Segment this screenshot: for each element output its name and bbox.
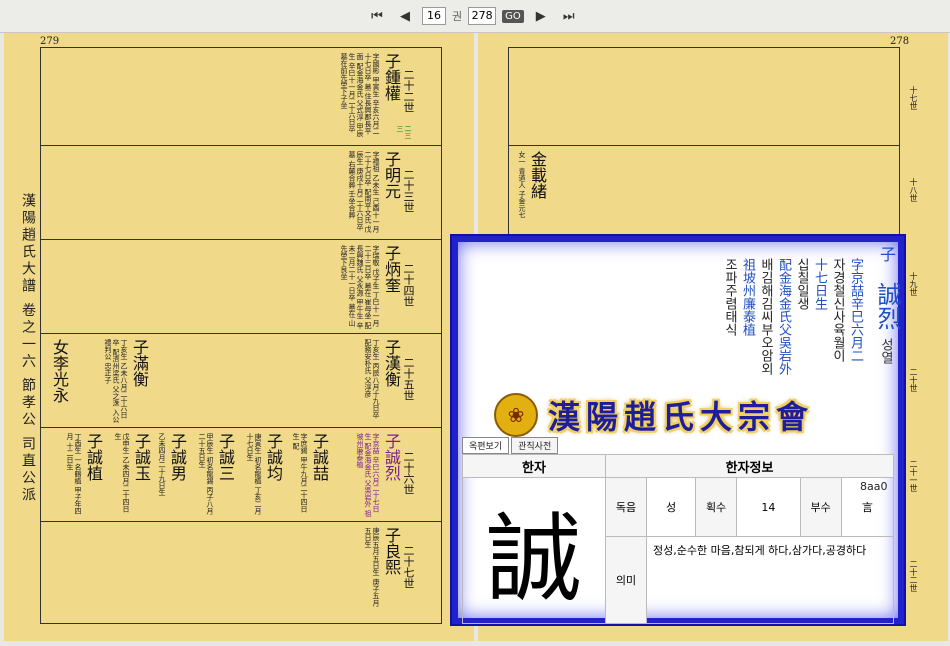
person-name[interactable]: 子誠植	[84, 433, 103, 515]
generation-marker: 十九世	[909, 272, 918, 296]
clan-seal-icon: ❀	[494, 393, 538, 437]
person-name[interactable]: 子誠玉	[132, 433, 151, 515]
person-name[interactable]: 子誠三	[216, 433, 235, 515]
popup-col2-hangul: 십칠일생	[794, 258, 809, 310]
generation-marker: 十七世	[909, 86, 918, 110]
tab-dictionary[interactable]: 옥편보기	[462, 437, 510, 454]
person-name[interactable]: 子誠喆	[310, 433, 329, 515]
person-name[interactable]: 子炳奎	[382, 245, 401, 327]
person-note: 字京喆 辛巳六月二十七日生 配金海金氏 父吳岩外 祖坡州廉泰植	[356, 433, 380, 517]
popup-col1-hangul: 자경철신사육월이	[830, 258, 845, 362]
row-divider	[40, 239, 441, 240]
person-name[interactable]: 子滿衡	[130, 339, 149, 421]
next-page-icon[interactable]: ▶	[530, 6, 552, 26]
left-page: 279 漢陽趙氏大譜 卷之一六 節孝公 司直公派 二十二世 子鍾權 二三三 字國…	[4, 33, 474, 641]
row-divider	[40, 333, 441, 334]
generation-label: 二十三世	[402, 169, 415, 213]
person-note: 乙未四月二十九日生	[158, 433, 166, 496]
popup-col4-hangul: 조파주렴태식	[722, 258, 737, 336]
clan-banner: ❀ 漢陽趙氏大宗會	[494, 392, 874, 438]
first-page-icon[interactable]: ⏮	[366, 6, 388, 26]
person-relation: 子	[877, 246, 896, 262]
generation-label: 二十七世	[402, 545, 415, 589]
row-divider	[40, 145, 441, 146]
popup-content: 子 誠烈 성열 字京喆辛巳六月二 자경철신사육월이 十七日生 십칠일생 配金海金…	[458, 242, 901, 624]
hanja-info-table: 한자 한자정보 誠 독음 성 획수 14 부수 言 의미 정성,순수한 마음,참…	[462, 454, 895, 624]
radical-label: 부수	[799, 477, 842, 537]
person-note: 丁酉生 一名鶴植 甲子年四月 十二日生	[66, 433, 82, 515]
current-page-input[interactable]: 16	[422, 7, 446, 25]
row-divider	[40, 521, 441, 522]
popup-col4: 祖坡州廉泰植	[740, 258, 755, 336]
person-name[interactable]: 子誠男	[168, 433, 187, 515]
page-number: 278	[890, 36, 910, 47]
popup-col2: 十七日生	[812, 258, 827, 310]
viewer-toolbar: ⏮ ◀ 16 권 278 GO ▶ ⏭	[0, 0, 950, 33]
row-divider	[40, 427, 441, 428]
hanja-character: 誠	[462, 477, 606, 624]
generation-label: 二十五世	[402, 357, 415, 401]
person-hangul: 성열	[878, 338, 893, 364]
generation-marker: 二十一世	[909, 460, 918, 492]
popup-col1: 字京喆辛巳六月二	[848, 258, 863, 362]
unicode-code: 8aa0	[860, 480, 888, 493]
person-note: 丁亥生 丙辰八月十九日卒 配務安朴氏 父淳彦	[364, 339, 380, 419]
person-name[interactable]: 誠烈	[870, 282, 905, 330]
strokes-value: 14	[736, 477, 801, 537]
total-page-input[interactable]: 278	[468, 7, 497, 25]
meaning-value: 정성,순수한 마음,참되게 하다,삼가다,공경하다	[646, 536, 894, 624]
generation-marker: 二十世	[909, 368, 918, 392]
page-separator: 권	[452, 10, 463, 23]
row-divider	[508, 145, 899, 146]
strokes-label: 획수	[695, 477, 738, 537]
person-name[interactable]: 子良熙	[382, 527, 401, 609]
book-title: 漢陽趙氏大譜 卷之一六 節孝公 司直公派	[20, 193, 36, 505]
sound-label: 독음	[605, 477, 647, 537]
person-name[interactable]: 子漢衡	[382, 339, 401, 421]
hanja-header: 한자	[462, 454, 606, 478]
tab-related[interactable]: 관직사전	[511, 437, 559, 454]
generation-marker: 二十二世	[909, 560, 918, 592]
person-note: 庚辰五月五日生 庚子五月五日生	[364, 527, 380, 607]
popup-col3: 配金海金氏父吳岩外	[776, 258, 791, 375]
popup-tabs: 옥편보기 관직사전	[462, 437, 560, 454]
page-navigation: ⏮ ◀ 16 권 278 GO ▶ ⏭	[366, 6, 580, 26]
person-note: 庚寅生 初名龍植 丁亥二月十七日生	[246, 433, 262, 515]
generation-label: 二十六世	[402, 451, 415, 495]
person-name[interactable]: 金載緒	[528, 151, 547, 231]
prev-page-icon[interactable]: ◀	[394, 6, 416, 26]
person-note: 字國彬 甲寅生 辛亥六月二十七日卒 墓 住長興郡長平面 配金海金氏 父式淳 甲辰…	[340, 53, 380, 137]
person-name[interactable]: 子明元	[382, 151, 401, 233]
person-note: 女一 青道人 子金元七	[518, 151, 526, 219]
person-extra: 二三三	[396, 125, 412, 139]
meaning-label: 의미	[605, 536, 647, 624]
person-name[interactable]: 子誠烈	[382, 433, 401, 515]
hanja-popup: 子 誠烈 성열 字京喆辛巳六月二 자경철신사육월이 十七日生 십칠일생 配金海金…	[450, 234, 906, 626]
person-note: 字庶錫 甲午九月二十四日生 配	[292, 433, 308, 513]
sound-value: 성	[645, 477, 697, 537]
generation-label: 二十四世	[402, 263, 415, 307]
banner-text: 漢陽趙氏大宗會	[548, 398, 815, 436]
last-page-icon[interactable]: ⏭	[558, 6, 580, 26]
generation-marker: 十八世	[909, 178, 918, 202]
person-note: 戊申生 乙未四月二十四日生	[114, 433, 130, 513]
person-note: 字瑞敬 戊子生 丁巳十一月二十三日卒 墓在 崔母坐 配長興魏氏 父永源 甲午生 …	[340, 245, 380, 329]
person-name[interactable]: 子誠均	[264, 433, 283, 515]
popup-col3-hangul: 배김해김씨부오암외	[758, 258, 773, 375]
hanja-info-header: 한자정보	[605, 454, 894, 478]
person-name[interactable]: 女李光永	[50, 339, 69, 421]
person-note: 甲辰生 初名龍錫 丙子八月二十五日生	[198, 433, 214, 515]
person-note: 丁亥生 乙未八月二十六日卒 配濟州梁氏 父之洙 入公禮判公 忠正子	[104, 339, 128, 423]
go-button[interactable]: GO	[502, 9, 524, 23]
person-note: 字禮祖 乙未生 己酉十一月二十七日卒 配南平文氏 戊辰生 庚戌十月二十六日卒 墓…	[348, 151, 380, 233]
page-number: 279	[40, 36, 60, 47]
